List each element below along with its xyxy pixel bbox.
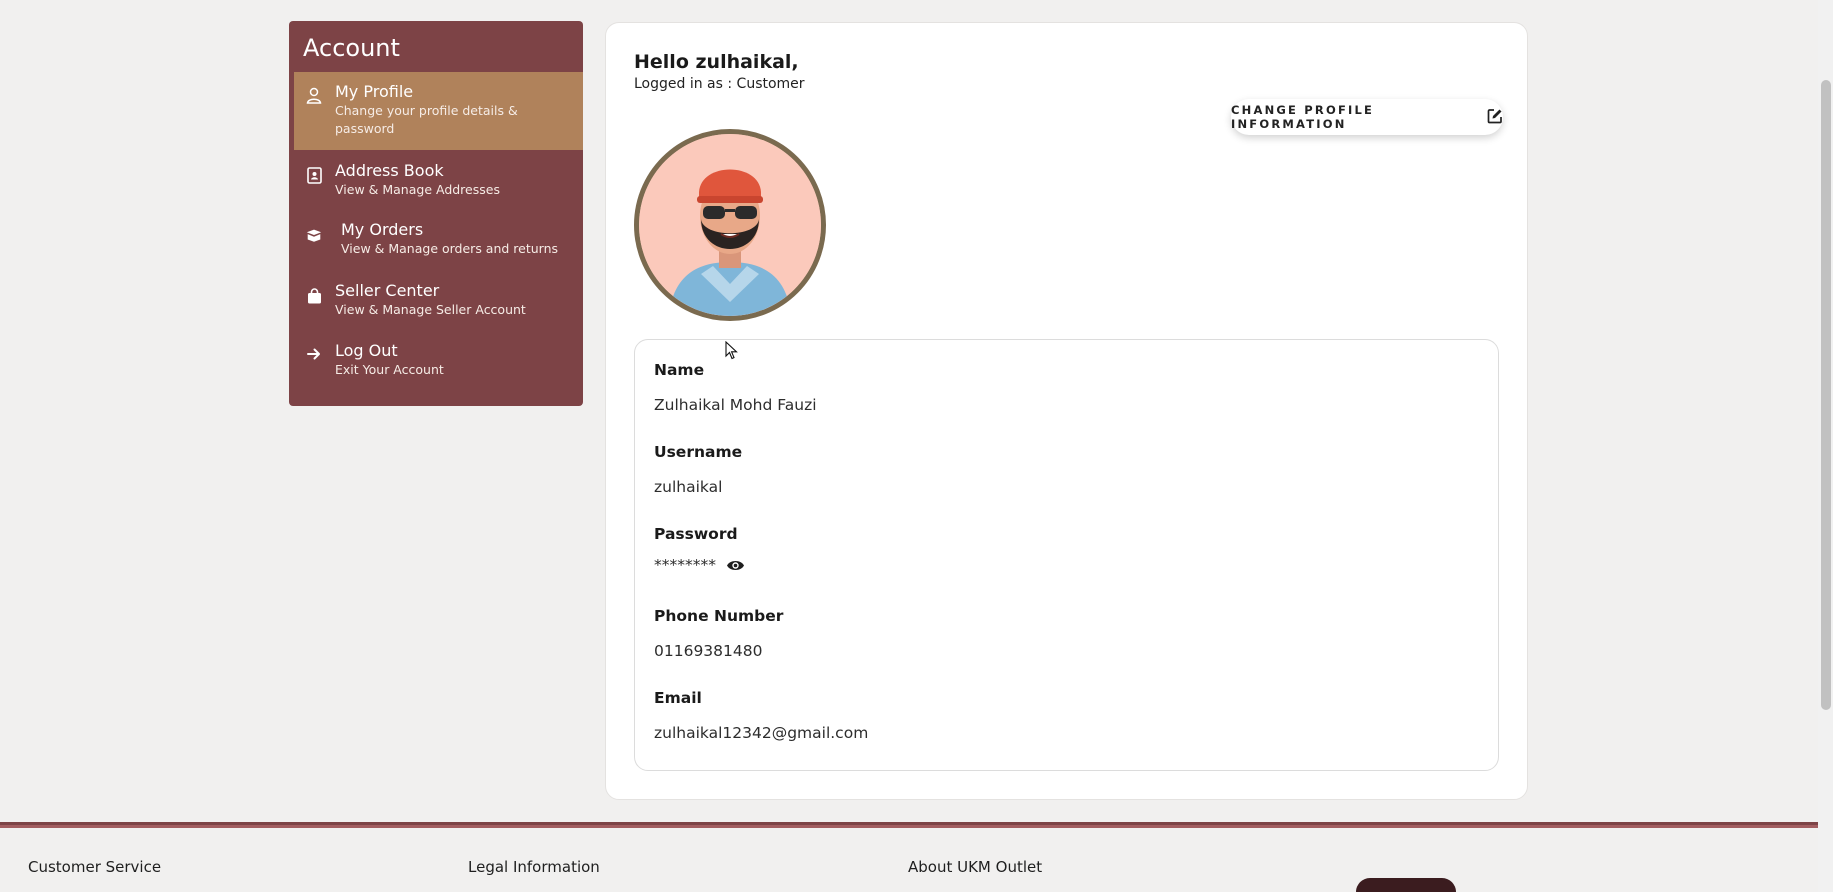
password-label: Password (654, 525, 738, 543)
phone-label: Phone Number (654, 607, 784, 625)
mouse-cursor-icon (725, 340, 738, 364)
sidebar-item-address-book[interactable]: Address Book View & Manage Addresses (289, 150, 583, 210)
footer-logo (1356, 878, 1456, 892)
username-label: Username (654, 443, 743, 461)
footer-customer-service[interactable]: Customer Service (28, 858, 161, 876)
password-value: ******** (654, 556, 716, 574)
sidebar-title: Account (303, 34, 400, 62)
email-value: zulhaikal12342@gmail.com (654, 724, 869, 742)
name-value: Zulhaikal Mohd Fauzi (654, 396, 817, 414)
page-scrollbar[interactable] (1818, 0, 1833, 892)
bag-icon (305, 287, 323, 305)
sidebar-item-label: Seller Center (335, 281, 440, 300)
sidebar-item-log-out[interactable]: Log Out Exit Your Account (289, 331, 583, 391)
sidebar-item-seller-center[interactable]: Seller Center View & Manage Seller Accou… (289, 271, 583, 331)
user-icon (305, 86, 323, 104)
sidebar-item-label: My Orders (341, 220, 424, 239)
sidebar-item-desc: View & Manage Addresses (335, 182, 500, 197)
arrow-right-icon (305, 345, 323, 363)
profile-card: Hello zulhaikal, Logged in as : Customer… (605, 22, 1528, 800)
greeting: Hello zulhaikal, (634, 51, 799, 73)
password-row: ******** (654, 556, 745, 574)
change-profile-button[interactable]: CHANGE PROFILE INFORMATION (1231, 99, 1503, 135)
sidebar-item-label: Address Book (335, 161, 444, 180)
phone-value: 01169381480 (654, 642, 763, 660)
sidebar-item-my-orders[interactable]: My Orders View & Manage orders and retur… (289, 210, 583, 271)
account-sidebar: Account My Profile Change your profile d… (289, 21, 583, 406)
sidebar-item-my-profile[interactable]: My Profile Change your profile details &… (294, 72, 583, 150)
footer-legal-information[interactable]: Legal Information (468, 858, 600, 876)
profile-avatar (634, 129, 826, 321)
show-password-eye-icon[interactable] (726, 559, 745, 572)
footer-about[interactable]: About UKM Outlet (908, 858, 1042, 876)
login-role: Logged in as : Customer (634, 76, 805, 92)
sidebar-item-label: My Profile (335, 82, 414, 101)
scrollbar-thumb[interactable] (1821, 80, 1831, 710)
email-label: Email (654, 689, 702, 707)
box-icon (305, 226, 323, 244)
sidebar-item-desc: Change your profile details & password (335, 103, 518, 136)
change-profile-label: CHANGE PROFILE INFORMATION (1231, 103, 1375, 131)
footer-divider (0, 822, 1818, 828)
sidebar-item-desc: Exit Your Account (335, 362, 444, 377)
sidebar-item-desc: View & Manage Seller Account (335, 302, 526, 317)
profile-details: Name Zulhaikal Mohd Fauzi Username zulha… (634, 339, 1499, 771)
edit-icon (1487, 108, 1503, 127)
username-value: zulhaikal (654, 478, 723, 496)
sidebar-item-desc: View & Manage orders and returns (341, 241, 559, 256)
sidebar-item-label: Log Out (335, 341, 398, 360)
name-label: Name (654, 361, 705, 379)
contact-book-icon (305, 166, 323, 184)
